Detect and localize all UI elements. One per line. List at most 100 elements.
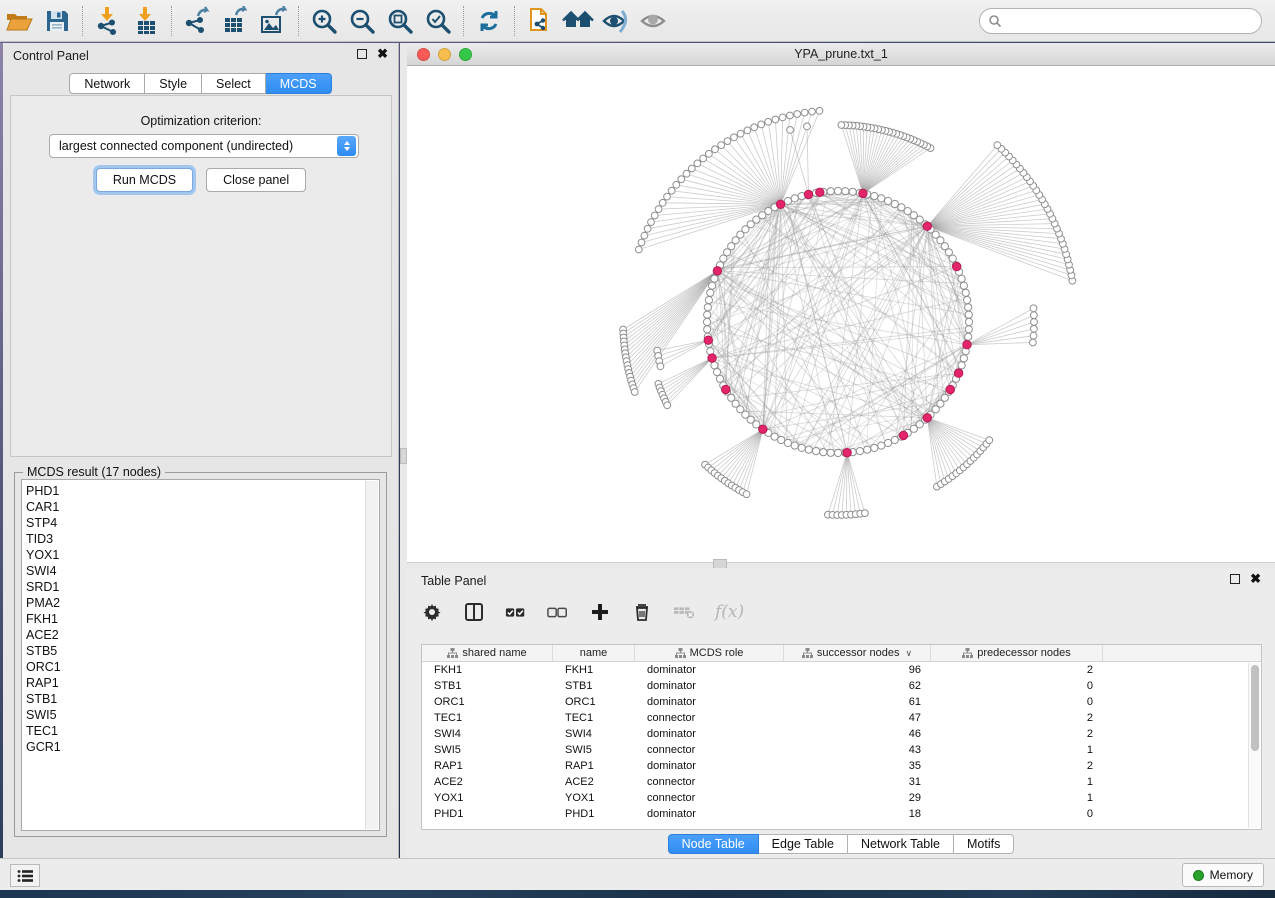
tab-network[interactable]: Network xyxy=(69,73,145,94)
export-image-icon[interactable] xyxy=(254,3,292,39)
table-cell: dominator xyxy=(635,758,784,774)
tab-select[interactable]: Select xyxy=(202,73,266,94)
network-home-icon[interactable] xyxy=(559,3,597,39)
table-cell: 31 xyxy=(784,774,931,790)
scrollbar-thumb[interactable] xyxy=(1251,665,1259,751)
result-node-item[interactable]: STB1 xyxy=(26,691,379,707)
zoom-out-icon[interactable] xyxy=(343,3,381,39)
table-cell: 18 xyxy=(784,806,931,822)
result-node-item[interactable]: RAP1 xyxy=(26,675,379,691)
tab-node-table[interactable]: Node Table xyxy=(668,834,759,854)
table-row[interactable]: YOX1YOX1connector291 xyxy=(422,790,1261,806)
table-cell: RAP1 xyxy=(422,758,553,774)
result-node-item[interactable]: ORC1 xyxy=(26,659,379,675)
result-node-item[interactable]: STB5 xyxy=(26,643,379,659)
tab-motifs[interactable]: Motifs xyxy=(954,834,1014,854)
table-row[interactable]: ACE2ACE2connector311 xyxy=(422,774,1261,790)
show-columns-icon[interactable] xyxy=(463,601,485,623)
table-row[interactable]: TEC1TEC1connector472 xyxy=(422,710,1261,726)
close-panel-icon[interactable]: ✖ xyxy=(377,49,388,59)
tab-network-table[interactable]: Network Table xyxy=(848,834,954,854)
show-graphics-details-icon[interactable] xyxy=(635,3,673,39)
hide-graphics-details-icon[interactable] xyxy=(597,3,635,39)
import-table-icon[interactable] xyxy=(127,3,165,39)
column-header-shared-name[interactable]: shared name xyxy=(422,645,553,661)
search-box[interactable] xyxy=(979,8,1262,34)
table-row[interactable]: PHD1PHD1dominator180 xyxy=(422,806,1261,822)
float-panel-icon[interactable] xyxy=(1230,574,1240,584)
status-bar: Memory xyxy=(0,858,1275,890)
table-cell: 35 xyxy=(784,758,931,774)
table-body: FKH1FKH1dominator962STB1STB1dominator620… xyxy=(422,662,1261,822)
export-network-file-icon[interactable] xyxy=(521,3,559,39)
table-scrollbar[interactable] xyxy=(1248,663,1260,828)
select-all-icon[interactable] xyxy=(505,601,527,623)
result-node-item[interactable]: CAR1 xyxy=(26,499,379,515)
run-mcds-button[interactable]: Run MCDS xyxy=(96,168,193,192)
table-row[interactable]: FKH1FKH1dominator962 xyxy=(422,662,1261,678)
close-panel-icon[interactable]: ✖ xyxy=(1250,574,1261,584)
toolbar-separator xyxy=(82,6,83,36)
splitter-handle[interactable] xyxy=(400,448,407,464)
close-panel-button[interactable]: Close panel xyxy=(206,168,306,192)
float-panel-icon[interactable] xyxy=(357,49,367,59)
result-node-item[interactable]: TEC1 xyxy=(26,723,379,739)
graph-nodes[interactable] xyxy=(620,107,1076,518)
refresh-icon[interactable] xyxy=(470,3,508,39)
table-settings-icon[interactable] xyxy=(421,601,443,623)
column-header-successor-nodes[interactable]: successor nodes∨ xyxy=(784,645,931,661)
table-row[interactable]: SWI4SWI4dominator462 xyxy=(422,726,1261,742)
table-row[interactable]: SWI5SWI5connector431 xyxy=(422,742,1261,758)
export-table-icon[interactable] xyxy=(216,3,254,39)
export-network-icon[interactable] xyxy=(178,3,216,39)
tab-mcds[interactable]: MCDS xyxy=(266,73,332,94)
table-cell: 61 xyxy=(784,694,931,710)
table-cell: YOX1 xyxy=(422,790,553,806)
task-history-button[interactable] xyxy=(10,864,40,887)
result-node-item[interactable]: FKH1 xyxy=(26,611,379,627)
deselect-all-icon[interactable] xyxy=(547,601,569,623)
column-header-name[interactable]: name xyxy=(553,645,635,661)
result-node-item[interactable]: SWI4 xyxy=(26,563,379,579)
result-node-item[interactable]: SRD1 xyxy=(26,579,379,595)
zoom-selected-icon[interactable] xyxy=(419,3,457,39)
mcds-result-listbox[interactable]: PHD1CAR1STP4TID3YOX1SWI4SRD1PMA2FKH1ACE2… xyxy=(21,479,380,831)
result-node-item[interactable]: YOX1 xyxy=(26,547,379,563)
result-scrollbar[interactable] xyxy=(365,481,378,829)
add-column-icon[interactable] xyxy=(589,601,611,623)
result-node-item[interactable]: PMA2 xyxy=(26,595,379,611)
table-row[interactable]: RAP1RAP1dominator352 xyxy=(422,758,1261,774)
result-node-item[interactable]: PHD1 xyxy=(26,483,379,499)
table-cell: ORC1 xyxy=(553,694,635,710)
import-network-icon[interactable] xyxy=(89,3,127,39)
result-node-item[interactable]: TID3 xyxy=(26,531,379,547)
table-cell: 1 xyxy=(931,774,1103,790)
toolbar-separator xyxy=(298,6,299,36)
optimization-criterion-select[interactable]: largest connected component (undirected) xyxy=(49,134,359,158)
tab-edge-table[interactable]: Edge Table xyxy=(759,834,848,854)
node-table[interactable]: shared namenameMCDS rolesuccessor nodes∨… xyxy=(421,644,1262,830)
memory-button[interactable]: Memory xyxy=(1182,863,1264,887)
result-node-item[interactable]: SWI5 xyxy=(26,707,379,723)
table-toolbar: f(x) xyxy=(421,596,744,628)
result-node-item[interactable]: STP4 xyxy=(26,515,379,531)
column-header-predecessor-nodes[interactable]: predecessor nodes xyxy=(931,645,1103,661)
network-graph[interactable] xyxy=(407,66,1275,562)
table-row[interactable]: STB1STB1dominator620 xyxy=(422,678,1261,694)
search-input[interactable] xyxy=(1002,11,1261,31)
zoom-fit-icon[interactable] xyxy=(381,3,419,39)
open-session-icon[interactable] xyxy=(0,3,38,39)
result-node-item[interactable]: ACE2 xyxy=(26,627,379,643)
table-row[interactable]: ORC1ORC1dominator610 xyxy=(422,694,1261,710)
table-cell: 47 xyxy=(784,710,931,726)
tab-style[interactable]: Style xyxy=(145,73,202,94)
zoom-in-icon[interactable] xyxy=(305,3,343,39)
save-session-icon[interactable] xyxy=(38,3,76,39)
vertical-splitter[interactable] xyxy=(400,43,407,858)
table-cell: 96 xyxy=(784,662,931,678)
result-node-item[interactable]: GCR1 xyxy=(26,739,379,755)
network-view-titlebar[interactable]: YPA_prune.txt_1 xyxy=(407,43,1275,66)
column-header-MCDS-role[interactable]: MCDS role xyxy=(635,645,784,661)
network-canvas[interactable] xyxy=(407,66,1275,562)
delete-column-icon[interactable] xyxy=(631,601,653,623)
